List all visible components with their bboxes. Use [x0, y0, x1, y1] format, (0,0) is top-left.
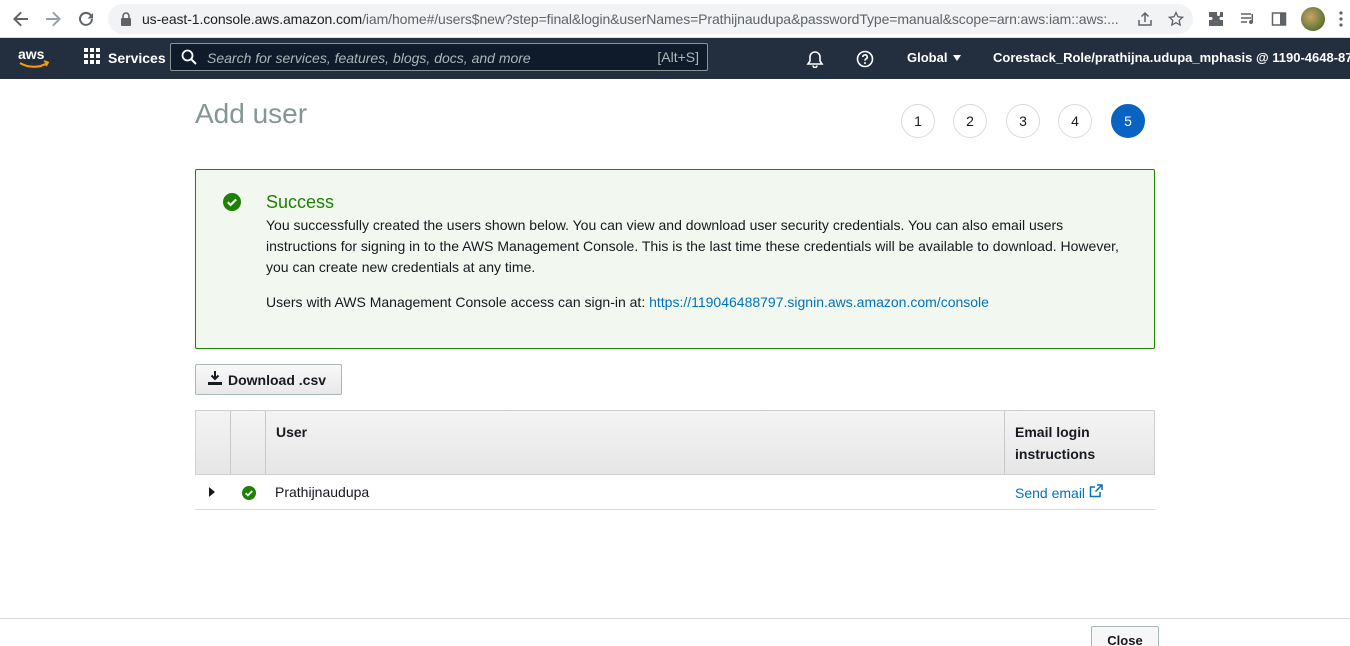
download-icon: [208, 371, 222, 388]
download-label: Download .csv: [228, 371, 327, 388]
signin-prefix: Users with AWS Management Console access…: [266, 294, 650, 310]
grid-icon: [84, 48, 100, 67]
profile-avatar[interactable]: [1301, 7, 1325, 31]
success-check-icon: [242, 486, 256, 505]
wizard-step-4[interactable]: 4: [1058, 104, 1092, 138]
expand-row-icon[interactable]: [209, 487, 215, 497]
users-table: User Email login instructions Prathijnau…: [195, 410, 1155, 510]
search-input[interactable]: [205, 48, 629, 68]
send-email-link[interactable]: Send email: [1015, 484, 1103, 501]
bookmark-star-icon[interactable]: [1165, 8, 1187, 30]
aws-logo[interactable]: aws: [17, 46, 51, 70]
browser-toolbar: us-east-1.console.aws.amazon.com/iam/hom…: [0, 0, 1350, 38]
search-shortcut: [Alt+S]: [657, 49, 699, 65]
footer-divider: [0, 618, 1350, 619]
download-csv-button[interactable]: Download .csv: [195, 364, 342, 395]
success-message: You successfully created the users shown…: [266, 217, 1119, 275]
close-label: Close: [1107, 633, 1143, 646]
email-column-header[interactable]: Email login instructions: [1005, 411, 1154, 474]
menu-icon[interactable]: [1330, 8, 1350, 30]
services-menu[interactable]: Services: [84, 48, 166, 67]
email-column-label-line2: instructions: [1015, 446, 1096, 462]
expand-column-header: [196, 411, 231, 474]
extensions-icon[interactable]: [1205, 8, 1227, 30]
signin-info: Users with AWS Management Console access…: [266, 294, 989, 310]
user-column-header[interactable]: User: [266, 411, 1005, 474]
wizard-step-3[interactable]: 3: [1006, 104, 1040, 138]
help-icon[interactable]: [855, 49, 875, 69]
share-icon[interactable]: [1134, 8, 1156, 30]
table-header: User Email login instructions: [195, 410, 1155, 475]
wizard-step-5[interactable]: 5: [1111, 104, 1145, 138]
aws-console-nav: aws Services [Alt+S] Global Corestack_Ro…: [0, 38, 1350, 79]
success-title: Success: [266, 192, 335, 212]
account-menu[interactable]: Corestack_Role/prathijna.udupa_mphasis @…: [993, 50, 1350, 65]
email-column-label-line1: Email login: [1015, 424, 1090, 440]
close-button[interactable]: Close: [1091, 626, 1159, 646]
reload-icon[interactable]: [74, 7, 98, 31]
services-label: Services: [108, 49, 166, 66]
table-row: Prathijnaudupa Send email: [195, 475, 1155, 510]
search-box[interactable]: [Alt+S]: [170, 43, 708, 71]
url-text: us-east-1.console.aws.amazon.com/iam/hom…: [142, 11, 1132, 27]
forward-icon[interactable]: [41, 7, 65, 31]
url-path: /iam/home#/users$new?step=final&login&us…: [362, 11, 1119, 27]
user-name: Prathijnaudupa: [275, 484, 370, 500]
status-column-header: [231, 411, 266, 474]
notifications-bell-icon[interactable]: [805, 49, 825, 69]
media-icon[interactable]: [1237, 8, 1259, 30]
account-label: Corestack_Role/prathijna.udupa_mphasis @…: [993, 50, 1350, 65]
user-column-label: User: [276, 424, 308, 440]
wizard-step-2[interactable]: 2: [953, 104, 987, 138]
lock-icon: [120, 12, 132, 31]
send-email-label: Send email: [1015, 484, 1086, 501]
search-icon: [181, 49, 197, 70]
wizard-step-1[interactable]: 1: [901, 104, 935, 138]
signin-url-link[interactable]: https://119046488797.signin.aws.amazon.c…: [649, 294, 989, 310]
url-host: us-east-1.console.aws.amazon.com: [142, 11, 363, 27]
page-title: Add user: [195, 98, 308, 129]
caret-down-icon: [953, 54, 962, 61]
external-link-icon: [1089, 484, 1103, 501]
svg-text:aws: aws: [18, 46, 45, 62]
back-icon[interactable]: [9, 7, 33, 31]
success-alert: Success You successfully created the use…: [195, 169, 1155, 349]
region-selector[interactable]: Global: [907, 50, 962, 65]
side-panel-icon[interactable]: [1268, 8, 1290, 30]
address-bar[interactable]: us-east-1.console.aws.amazon.com/iam/hom…: [108, 4, 1193, 34]
region-label: Global: [907, 50, 948, 65]
success-check-icon: [223, 193, 241, 216]
